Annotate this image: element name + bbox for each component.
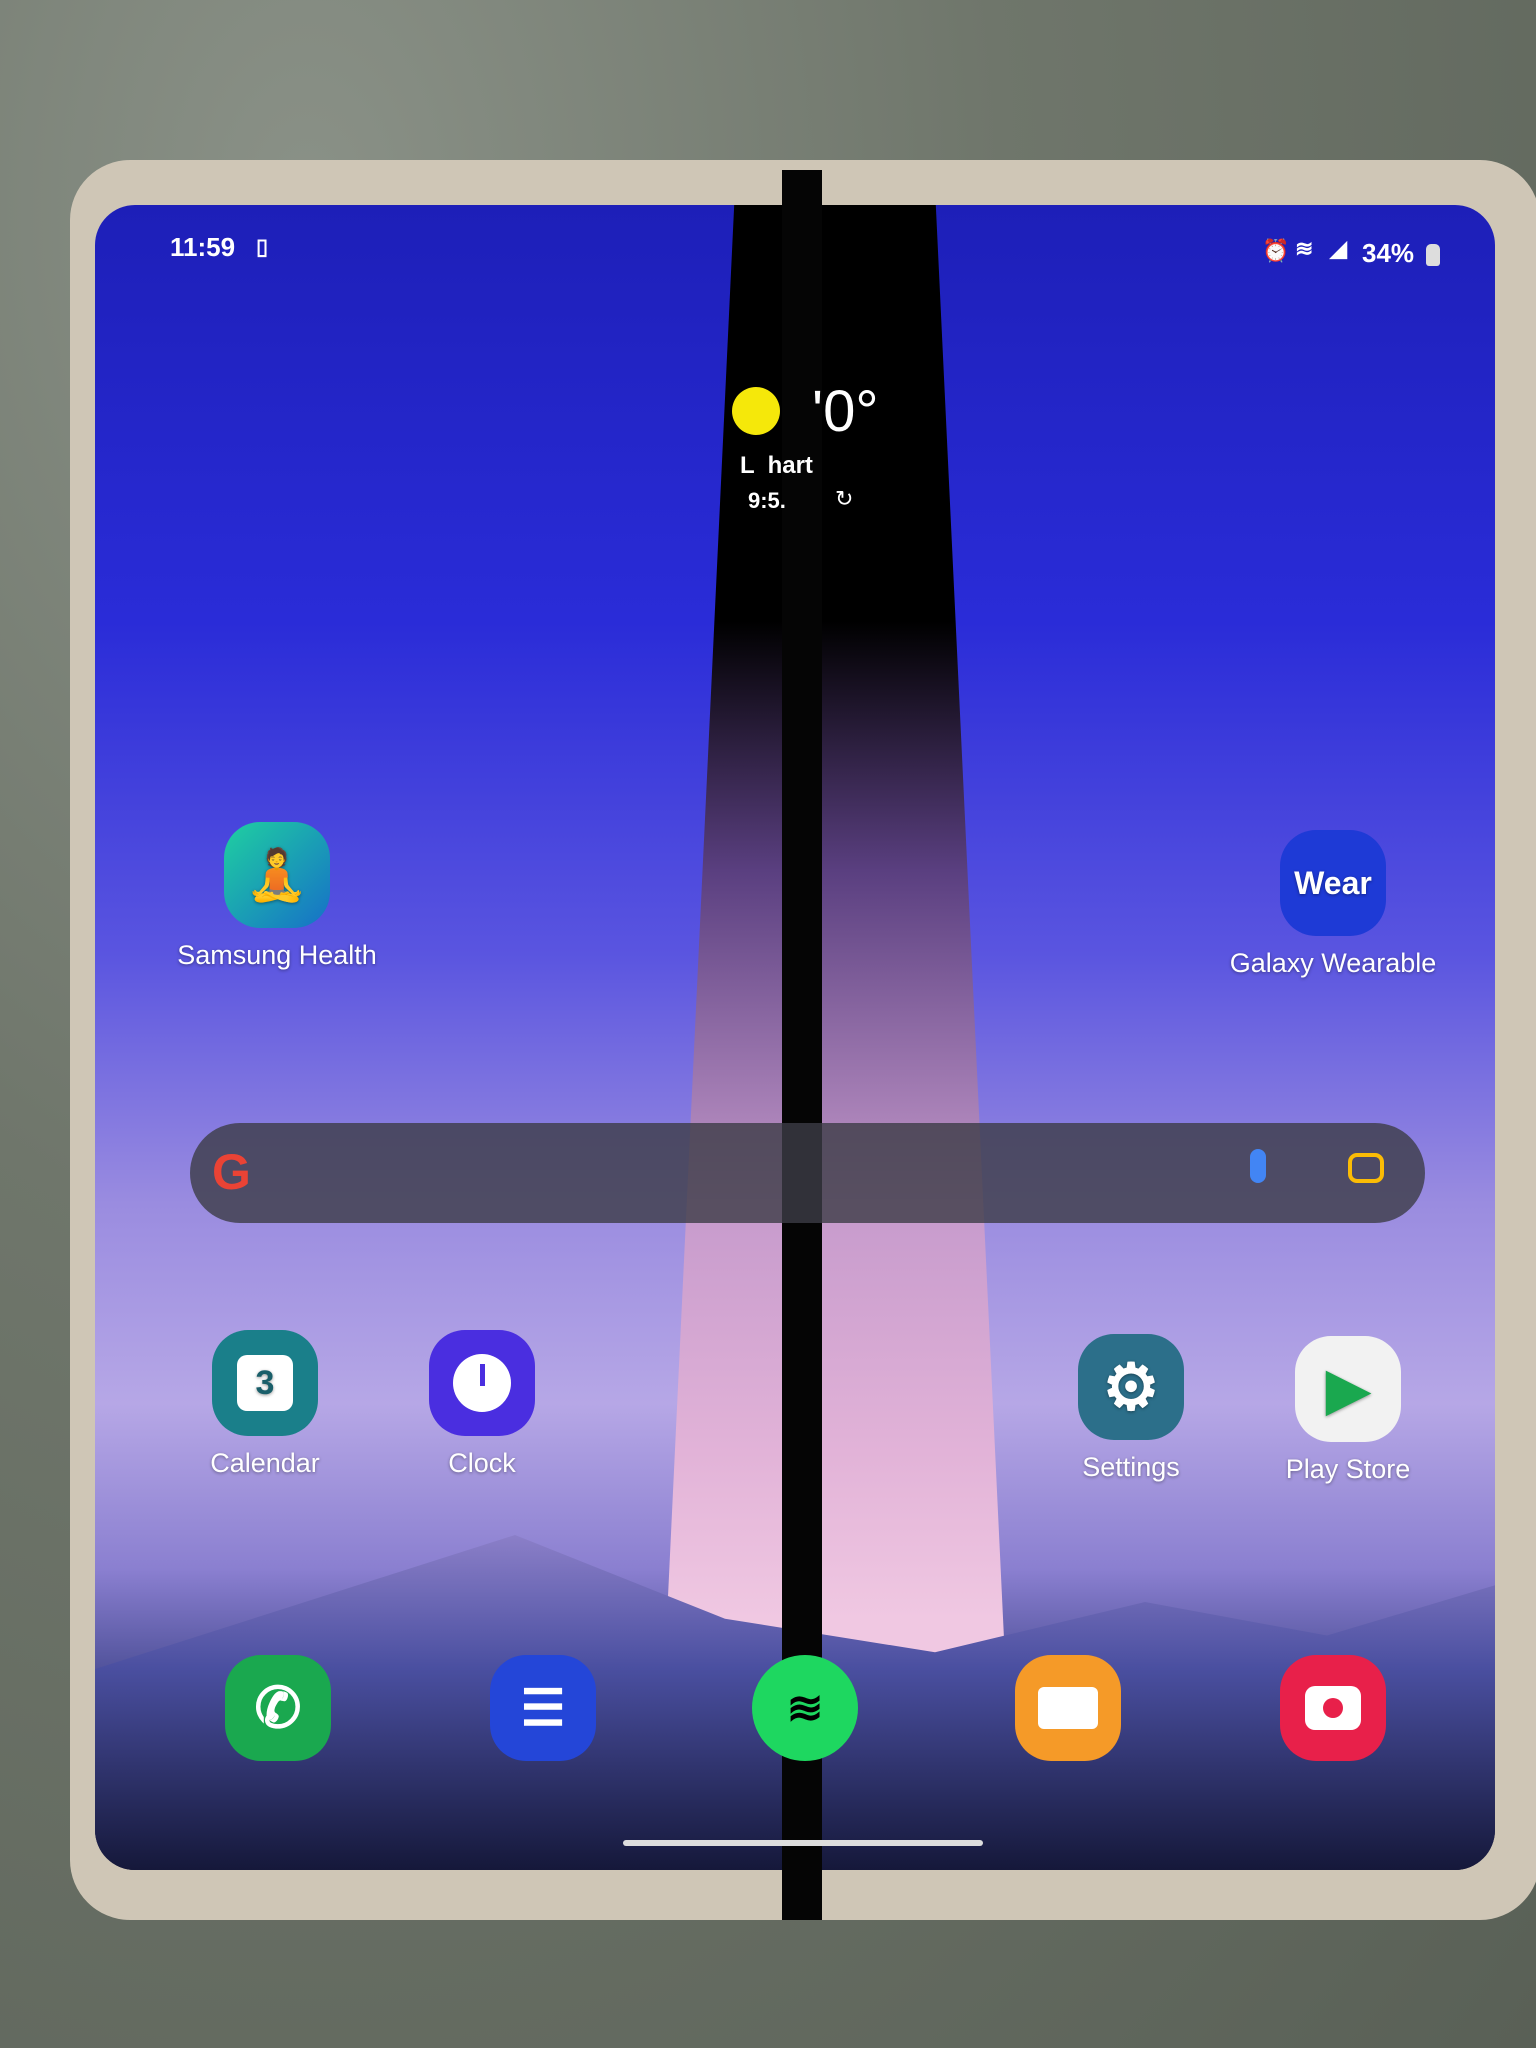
lens-icon[interactable]: [1348, 1153, 1384, 1183]
app-clock[interactable]: Clock: [362, 1330, 602, 1479]
google-search-bar[interactable]: G: [190, 1123, 1425, 1223]
folder-icon: [1015, 1655, 1121, 1761]
battery-icon: [1426, 244, 1440, 266]
dock-phone[interactable]: ✆: [225, 1655, 331, 1761]
gear-icon: ⚙: [1078, 1334, 1184, 1440]
phone-icon: ✆: [225, 1655, 331, 1761]
app-play-store[interactable]: ▶ Play Store: [1228, 1336, 1468, 1485]
google-icon: G: [212, 1144, 251, 1200]
sun-icon[interactable]: [732, 387, 780, 435]
status-time: 11:59: [170, 232, 236, 262]
app-settings[interactable]: ⚙ Settings: [1011, 1334, 1251, 1483]
calendar-icon: 3: [212, 1330, 318, 1436]
spotify-icon: ≋: [752, 1655, 858, 1761]
wifi-icon: ≋: [1295, 236, 1314, 261]
dock-my-files[interactable]: [1015, 1655, 1121, 1761]
refresh-icon[interactable]: ↻: [835, 486, 853, 512]
dock-camera[interactable]: [1280, 1655, 1386, 1761]
weather-updated: 9:5.: [748, 488, 786, 513]
app-label: Samsung Health: [177, 940, 377, 970]
samsung-health-icon: 🧘: [224, 822, 330, 928]
sim-icon: ▯: [256, 234, 269, 259]
app-label: Settings: [1082, 1452, 1180, 1482]
microphone-icon[interactable]: [1250, 1149, 1266, 1183]
app-label: Play Store: [1285, 1454, 1411, 1484]
dock-messages[interactable]: ☰: [490, 1655, 596, 1761]
battery-percent: 34%: [1362, 238, 1415, 268]
app-label: Clock: [448, 1448, 516, 1478]
navigation-handle[interactable]: [623, 1840, 983, 1846]
app-label: Galaxy Wearable: [1229, 948, 1437, 978]
galaxy-wearable-icon: Wear: [1280, 830, 1386, 936]
weather-temperature[interactable]: '0°: [812, 378, 879, 445]
weather-location: L hart: [740, 452, 813, 479]
dock-spotify[interactable]: ≋: [752, 1655, 858, 1761]
app-calendar[interactable]: 3 Calendar: [145, 1330, 385, 1479]
app-galaxy-wearable[interactable]: Wear Galaxy Wearable: [1213, 830, 1453, 979]
play-store-icon: ▶: [1295, 1336, 1401, 1442]
camera-icon: [1280, 1655, 1386, 1761]
signal-icon: ◢: [1330, 236, 1347, 261]
app-samsung-health[interactable]: 🧘 Samsung Health: [157, 822, 397, 971]
app-label: Calendar: [210, 1448, 320, 1478]
clock-icon: [429, 1330, 535, 1436]
alarm-icon: ⏰: [1262, 238, 1290, 263]
messages-icon: ☰: [490, 1655, 596, 1761]
